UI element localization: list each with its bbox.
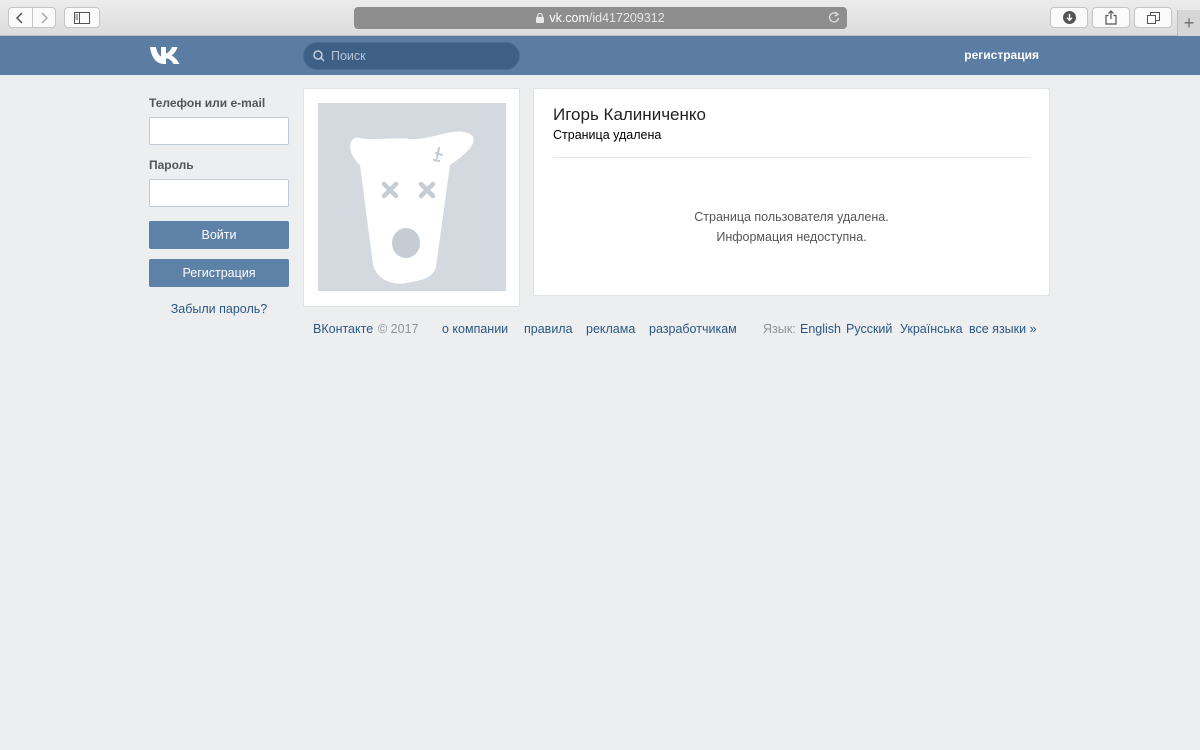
search-icon <box>313 50 325 62</box>
footer-lang-all[interactable]: все языки » <box>969 322 1037 336</box>
avatar-card <box>303 88 520 307</box>
footer-copyright: © 2017 <box>378 322 419 336</box>
divider <box>553 157 1030 158</box>
share-icon[interactable] <box>1092 7 1130 28</box>
lock-icon <box>536 13 545 23</box>
footer-brand-link[interactable]: ВКонтакте <box>313 322 373 336</box>
vk-header: регистрация <box>0 36 1200 75</box>
sidebar-icon[interactable] <box>64 7 100 28</box>
footer-language-label: Язык: <box>763 322 796 336</box>
login-form: Телефон или e-mail Пароль Войти Регистра… <box>149 96 289 316</box>
header-register-link[interactable]: регистрация <box>964 48 1039 62</box>
profile-card: Игорь Калиниченко Страница удалена Стран… <box>533 88 1050 296</box>
footer-link-developers[interactable]: разработчикам <box>649 322 737 336</box>
url-path: /id417209312 <box>588 11 665 25</box>
deleted-message-line2: Информация недоступна. <box>716 230 867 244</box>
deleted-message-line1: Страница пользователя удалена. <box>694 210 889 224</box>
plus-icon[interactable]: + <box>1177 10 1200 36</box>
back-icon[interactable] <box>9 8 32 27</box>
profile-name: Игорь Калиниченко <box>553 105 706 124</box>
register-button[interactable]: Регистрация <box>149 259 289 287</box>
download-icon[interactable] <box>1050 7 1088 28</box>
url-host: vk.com <box>549 11 589 25</box>
password-input[interactable] <box>149 179 289 207</box>
login-button[interactable]: Войти <box>149 221 289 249</box>
footer-lang-russian[interactable]: Русский <box>846 322 892 336</box>
search-box[interactable] <box>303 42 520 70</box>
footer-link-ads[interactable]: реклама <box>586 322 635 336</box>
password-label: Пароль <box>149 158 194 172</box>
footer-link-rules[interactable]: правила <box>524 322 573 336</box>
footer-lang-english[interactable]: English <box>800 322 841 336</box>
forgot-password-link[interactable]: Забыли пароль? <box>149 302 289 316</box>
address-bar[interactable]: vk.com/id417209312 <box>354 7 847 29</box>
browser-toolbar: vk.com/id417209312 + <box>0 0 1200 36</box>
vk-logo-icon[interactable] <box>149 46 181 65</box>
profile-status: Страница удалена <box>553 128 662 142</box>
deleted-message: Страница пользователя удалена. Информаци… <box>534 207 1049 247</box>
search-input[interactable] <box>331 49 511 63</box>
forward-icon[interactable] <box>31 8 56 27</box>
footer: ВКонтакте © 2017 о компании правила рекл… <box>313 322 1040 338</box>
deactivated-dog-avatar-icon <box>318 103 506 291</box>
footer-lang-ukrainian[interactable]: Українська <box>900 322 963 336</box>
reload-icon[interactable] <box>828 11 840 24</box>
tabs-icon[interactable] <box>1134 7 1172 28</box>
nav-buttons <box>8 7 56 28</box>
footer-link-about[interactable]: о компании <box>442 322 508 336</box>
phone-email-input[interactable] <box>149 117 289 145</box>
phone-label: Телефон или e-mail <box>149 96 266 110</box>
